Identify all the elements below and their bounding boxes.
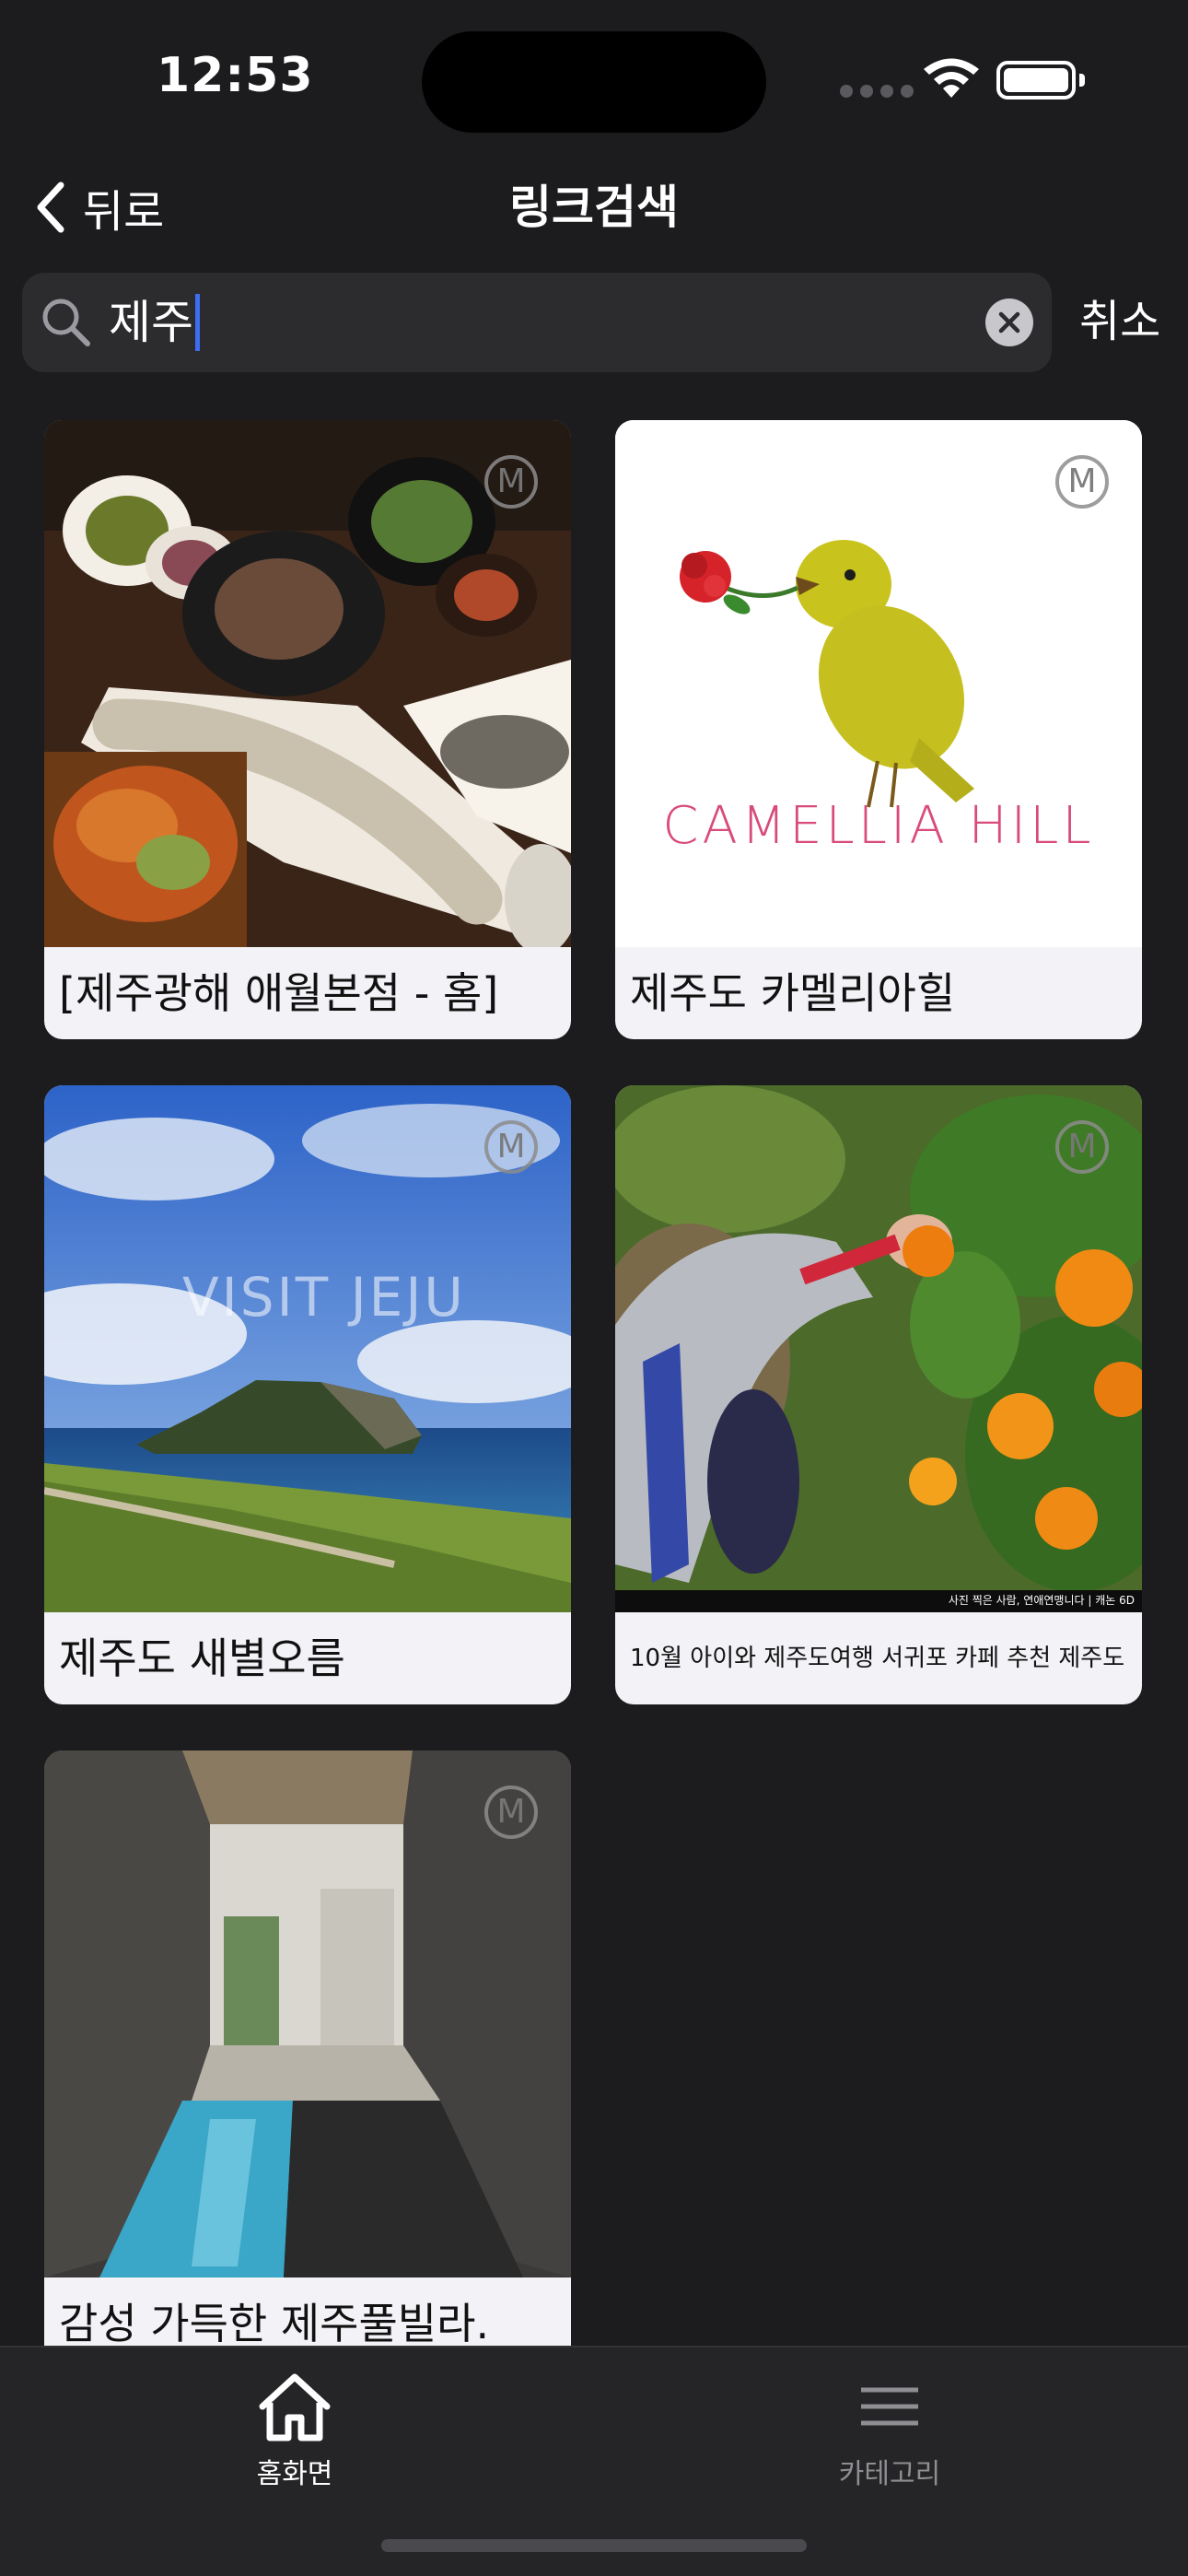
m-badge-icon: M [484,1120,538,1174]
camellia-hill-logo: CAMELLIA HILL [662,796,1095,856]
tab-home[interactable]: 홈화면 [157,2370,433,2491]
photo-credit: 사진 찍은 사람, 연애연맹니다 | 캐논 6D [948,1594,1135,1607]
link-search-screen: 12:53 링크검색 뒤로 제주 취소 M [제주광해 애월본점 - 홈] CA… [0,0,1188,2576]
result-thumbnail: VISIT JEJU M [44,1085,571,1612]
menu-icon [861,2387,918,2426]
m-badge-icon: M [1055,1120,1109,1174]
result-card[interactable]: 사진 찍은 사람, 연애연맹니다 | 캐논 6D M 10월 아이와 제주도여행… [615,1085,1142,1704]
m-badge-icon: M [484,1786,538,1839]
back-button[interactable]: 뒤로 [33,175,164,240]
status-bar: 12:53 [0,0,1188,157]
result-thumbnail: M [44,1751,571,2277]
result-card[interactable]: CAMELLIA HILL M 제주도 카멜리아힐 [615,420,1142,1039]
clear-search-button[interactable] [985,299,1033,346]
tab-category-label: 카테고리 [838,2458,941,2490]
search-icon [42,299,90,346]
home-indicator [381,2539,807,2552]
cancel-button[interactable]: 취소 [1079,289,1160,354]
search-input[interactable]: 제주 [109,293,200,355]
result-thumbnail: 사진 찍은 사람, 연애연맹니다 | 캐논 6D M [615,1085,1142,1612]
result-thumbnail: M [44,420,571,947]
wifi-icon [924,58,979,98]
result-caption: 제주도 카멜리아힐 [630,968,956,1018]
back-label: 뒤로 [83,186,165,238]
result-card[interactable]: M 감성 가득한 제주풀빌라. [44,1751,571,2370]
close-icon [998,311,1020,334]
dynamic-island [422,31,766,133]
result-caption: [제주광해 애월본점 - 홈] [59,968,499,1018]
search-input-text: 제주 [109,296,193,349]
tab-home-label: 홈화면 [256,2458,333,2490]
cellular-signal-icon [840,85,914,98]
result-card[interactable]: VISIT JEJU M 제주도 새별오름 [44,1085,571,1704]
result-thumbnail: CAMELLIA HILL M [615,420,1142,947]
page-title: 링크검색 [509,181,679,234]
result-card[interactable]: M [제주광해 애월본점 - 홈] [44,420,571,1039]
m-badge-icon: M [484,455,538,509]
m-badge-icon: M [1055,455,1109,509]
result-caption: 10월 아이와 제주도여행 서귀포 카페 추천 제주도 감귤 [630,1645,1131,1672]
visit-jeju-watermark: VISIT JEJU [182,1266,466,1329]
home-icon [259,2373,331,2441]
tab-category[interactable]: 카테고리 [751,2370,1028,2491]
result-caption: 제주도 새별오름 [59,1633,345,1683]
battery-icon [996,61,1085,100]
text-caret [195,293,200,351]
chevron-left-icon [37,181,64,233]
status-time: 12:53 [157,48,314,103]
